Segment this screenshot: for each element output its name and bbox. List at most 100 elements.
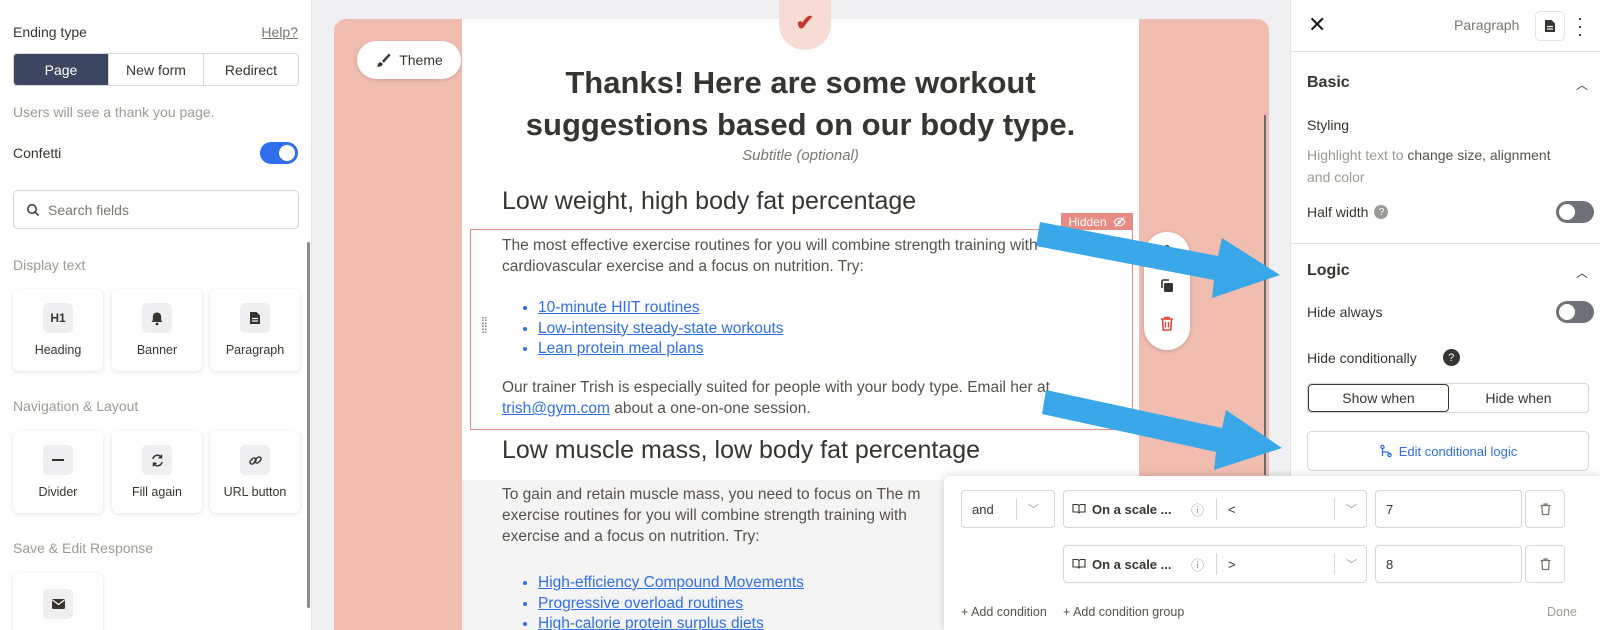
conditional-logic-popup: and ﹀ On a scale ... ⓘ < ﹀ 7 On a scale …	[944, 476, 1600, 630]
half-width-row: Half width?	[1307, 204, 1389, 220]
hide-always-toggle[interactable]	[1556, 301, 1594, 323]
tile-divider[interactable]: Divider	[13, 431, 103, 513]
list-item: Lean protein meal plans	[538, 339, 784, 360]
done-button[interactable]: Done	[1547, 605, 1577, 619]
section-display-text: Display text	[13, 257, 86, 273]
search-fields-input[interactable]: Search fields	[13, 190, 299, 229]
link-calorie[interactable]: High-calorie protein surplus diets	[538, 615, 764, 630]
tile-heading[interactable]: H1 Heading	[13, 289, 103, 371]
tile-email[interactable]	[13, 573, 103, 630]
condition-field-select[interactable]: On a scale ... ⓘ > ﹀	[1063, 545, 1367, 583]
condition-value-input[interactable]: 8	[1375, 545, 1522, 583]
close-icon[interactable]: ✕	[1308, 12, 1326, 38]
paragraph-line: exercise and a focus on nutrition. Try:	[502, 528, 760, 545]
hide-conditionally-row: Hide conditionally?	[1307, 349, 1460, 366]
settings-icon[interactable]	[1156, 234, 1178, 256]
right-panel-header: ✕ Paragraph · · ·	[1291, 0, 1600, 52]
email-link[interactable]: trish@gym.com	[502, 400, 610, 417]
paragraph-line: cardiovascular exercise and a focus on n…	[502, 258, 864, 275]
divider	[1291, 243, 1600, 244]
list-item: Low-intensity steady-state workouts	[538, 319, 784, 340]
check-icon: ✔	[779, 0, 831, 50]
add-condition-button[interactable]: + Add condition	[961, 605, 1047, 619]
canvas-scrollbar[interactable]	[1264, 115, 1266, 475]
link-compound[interactable]: High-efficiency Compound Movements	[538, 574, 804, 591]
list-item: High-efficiency Compound Movements	[538, 573, 804, 594]
tile-label: Fill again	[131, 485, 183, 499]
link-liss[interactable]: Low-intensity steady-state workouts	[538, 320, 784, 337]
tile-banner[interactable]: Banner	[112, 289, 202, 371]
tab-hide-when[interactable]: Hide when	[1449, 384, 1588, 412]
condition-field-select[interactable]: On a scale ... ⓘ < ﹀	[1063, 490, 1367, 528]
link-hiit[interactable]: 10-minute HIIT routines	[538, 299, 700, 316]
hint-emphasis: change size, alignment	[1407, 147, 1551, 163]
paragraph-line: Our trainer Trish is especially suited f…	[502, 379, 1050, 396]
delete-condition-button[interactable]	[1525, 545, 1565, 583]
chevron-up-icon[interactable]: ︿	[1576, 76, 1588, 93]
subtitle-input[interactable]: Subtitle (optional)	[462, 147, 1139, 164]
basic-section-title[interactable]: Basic	[1307, 74, 1350, 92]
field-value: On a scale ...	[1092, 556, 1172, 572]
branch-icon	[1379, 444, 1392, 458]
add-condition-group-button[interactable]: + Add condition group	[1063, 605, 1184, 619]
section2-intro: To gain and retain muscle mass, you need…	[502, 484, 920, 547]
left-panel-scrollbar[interactable]	[307, 242, 310, 608]
help-icon[interactable]: ?	[1442, 349, 1460, 366]
trash-icon[interactable]	[1156, 312, 1178, 334]
operator-value: <	[1228, 501, 1236, 517]
tab-redirect[interactable]: Redirect	[204, 54, 298, 85]
page-title[interactable]: Thanks! Here are some workout suggestion…	[462, 62, 1139, 146]
hidden-badge-label: Hidden	[1068, 214, 1107, 229]
help-link[interactable]: Help?	[261, 24, 298, 40]
tab-new-form[interactable]: New form	[109, 54, 204, 85]
confetti-row: Confetti	[13, 142, 298, 164]
more-vertical-icon[interactable]: · · ·	[1577, 9, 1583, 43]
chevron-up-icon[interactable]: ︿	[1576, 264, 1588, 281]
paragraph-text: about a one-on-one session.	[609, 400, 811, 417]
paintbrush-icon	[376, 53, 391, 67]
logic-section-title[interactable]: Logic	[1307, 262, 1350, 280]
document-icon[interactable]	[1535, 11, 1565, 41]
half-width-toggle[interactable]	[1556, 201, 1594, 223]
ending-type-row: Ending type Help?	[13, 24, 298, 40]
tile-url-button[interactable]: URL button	[210, 431, 300, 513]
envelope-icon	[43, 589, 73, 619]
edit-conditional-logic-button[interactable]: Edit conditional logic	[1307, 431, 1589, 471]
paragraph-line: The most effective exercise routines for…	[502, 237, 1038, 254]
link-protein[interactable]: Lean protein meal plans	[538, 340, 703, 357]
tile-label: Paragraph	[225, 343, 285, 357]
styling-hint: Highlight text to change size, alignment…	[1307, 144, 1597, 188]
tab-page[interactable]: Page	[14, 54, 109, 85]
paragraph-line: trish@gym.com about a one-on-one session…	[502, 398, 1050, 419]
document-icon	[240, 303, 270, 333]
block-type-label: Paragraph	[1454, 17, 1520, 33]
theme-button[interactable]: Theme	[357, 41, 461, 79]
section2-heading[interactable]: Low muscle mass, low body fat percentage	[502, 436, 980, 465]
hide-conditionally-label: Hide conditionally	[1307, 349, 1417, 366]
title-line: Thanks! Here are some workout	[565, 65, 1036, 100]
list-item: Progressive overload routines	[538, 594, 804, 615]
tile-label: Heading	[34, 343, 82, 357]
refresh-icon	[142, 445, 172, 475]
confetti-toggle[interactable]	[260, 142, 298, 164]
hint-text: Highlight text to	[1307, 147, 1408, 163]
ending-type-label: Ending type	[13, 24, 87, 40]
list-item: 10-minute HIIT routines	[538, 298, 784, 319]
condition-value-input[interactable]: 7	[1375, 490, 1522, 528]
help-icon[interactable]: ?	[1374, 205, 1389, 219]
tile-fill-again[interactable]: Fill again	[112, 431, 202, 513]
tab-show-when[interactable]: Show when	[1308, 384, 1449, 412]
styling-label: Styling	[1307, 117, 1350, 133]
duplicate-icon[interactable]	[1156, 275, 1178, 297]
connector-value: and	[972, 501, 994, 517]
tile-paragraph[interactable]: Paragraph	[210, 289, 300, 371]
link-icon	[240, 445, 270, 475]
connector-select[interactable]: and ﹀	[961, 490, 1055, 528]
drag-handle-icon[interactable]: ⁞⁞ ⁞⁞	[481, 315, 488, 335]
delete-condition-button[interactable]	[1525, 490, 1565, 528]
section1-heading[interactable]: Low weight, high body fat percentage	[502, 187, 916, 216]
section-navigation-layout: Navigation & Layout	[13, 398, 139, 414]
chevron-down-icon: ﹀	[1028, 504, 1039, 516]
paragraph-line: exercise routines for you will combine s…	[502, 507, 907, 524]
link-overload[interactable]: Progressive overload routines	[538, 595, 743, 612]
